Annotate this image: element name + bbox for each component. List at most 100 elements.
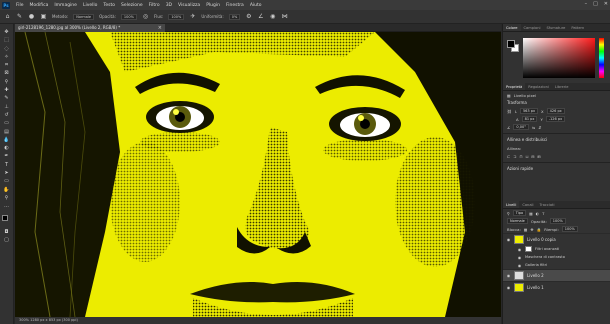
- brush-settings-icon[interactable]: ▣: [40, 13, 47, 20]
- saturation-value-field[interactable]: [523, 38, 595, 78]
- menu-aiuto[interactable]: Aiuto: [250, 3, 262, 8]
- type-tool-icon[interactable]: T: [3, 162, 11, 168]
- layer-row[interactable]: ◉ Livello 2: [503, 269, 610, 281]
- layer-name[interactable]: Livello 0 copia: [527, 237, 556, 242]
- x-field[interactable]: 426 px: [546, 108, 565, 114]
- history-brush-tool-icon[interactable]: ↺: [3, 112, 11, 118]
- quick-select-tool-icon[interactable]: ✧: [3, 54, 11, 60]
- brush-tool-icon[interactable]: ✎: [16, 13, 23, 20]
- filter-type-icon[interactable]: T: [542, 211, 544, 216]
- gradient-tool-icon[interactable]: ▤: [3, 129, 11, 135]
- eye-icon[interactable]: ◉: [517, 263, 522, 268]
- menu-selezione[interactable]: Selezione: [121, 3, 143, 8]
- tab-proprieta[interactable]: Proprietà: [503, 83, 526, 90]
- tab-sfumature[interactable]: Sfumature: [543, 24, 568, 31]
- clone-stamp-tool-icon[interactable]: ⊥: [3, 104, 11, 110]
- filter-item[interactable]: ◉ Galleria filtri: [503, 261, 610, 269]
- airbrush-icon[interactable]: ✈: [189, 13, 196, 20]
- healing-brush-tool-icon[interactable]: ✚: [3, 88, 11, 93]
- align-center-icon[interactable]: ⊐: [513, 154, 516, 159]
- fill-field[interactable]: 100%: [561, 226, 578, 232]
- more-tools-icon[interactable]: …: [3, 204, 11, 209]
- maximize-icon[interactable]: □: [593, 1, 598, 7]
- opacity-field[interactable]: 100%: [549, 218, 566, 224]
- y-field[interactable]: -126 px: [545, 116, 566, 122]
- lasso-tool-icon[interactable]: ◌: [3, 46, 11, 52]
- metodo-select[interactable]: Normale: [73, 13, 95, 20]
- hue-slider[interactable]: [599, 38, 604, 78]
- document-tab[interactable]: girl-2128196_1280.jpg al 300% (Livello 2…: [15, 24, 165, 32]
- menu-file[interactable]: File: [16, 3, 24, 8]
- shape-tool-icon[interactable]: ▭: [3, 179, 11, 184]
- eye-icon[interactable]: ◉: [517, 255, 522, 260]
- foreground-color-swatch[interactable]: [1, 214, 8, 221]
- filter-item[interactable]: ◉ Maschera di contrasto: [503, 253, 610, 261]
- layer-kind-filter[interactable]: Tipo: [512, 210, 527, 216]
- flusso-field[interactable]: 100%: [168, 13, 185, 20]
- menu-immagine[interactable]: Immagine: [54, 3, 77, 8]
- eye-icon[interactable]: ◉: [506, 273, 511, 278]
- tab-canali[interactable]: Canali: [519, 201, 536, 208]
- align-left-icon[interactable]: ⊏: [507, 154, 510, 159]
- dodge-tool-icon[interactable]: ◐: [3, 146, 11, 151]
- foreground-color-chip[interactable]: [507, 40, 515, 48]
- minimize-icon[interactable]: –: [585, 1, 588, 7]
- crop-tool-icon[interactable]: ⌗: [3, 63, 11, 68]
- tab-campioni[interactable]: Campioni: [521, 24, 544, 31]
- tab-colore[interactable]: Colore: [503, 24, 521, 31]
- flip-vertical-icon[interactable]: ⇵: [538, 125, 541, 130]
- menu-modifica[interactable]: Modifica: [30, 3, 49, 8]
- filter-pixel-icon[interactable]: ▦: [529, 211, 533, 216]
- menu-livello[interactable]: Livello: [83, 3, 97, 8]
- tab-librerie[interactable]: Librerie: [552, 83, 572, 90]
- tab-tracciati[interactable]: Tracciati: [537, 201, 558, 208]
- symmetry-icon[interactable]: ⋈: [281, 13, 288, 20]
- tab-livelli[interactable]: Livelli: [503, 201, 520, 208]
- settings-gear-icon[interactable]: ⚙: [245, 13, 252, 20]
- tab-close-icon[interactable]: ×: [158, 24, 162, 32]
- zoom-tool-icon[interactable]: ⚲: [3, 195, 11, 201]
- image-canvas[interactable]: [15, 32, 501, 317]
- lock-all-icon[interactable]: 🔒: [537, 227, 542, 232]
- quick-actions-title[interactable]: Azioni rapide: [503, 165, 610, 173]
- layer-row[interactable]: ◉ Livello 1: [503, 281, 610, 293]
- menu-finestra[interactable]: Finestra: [226, 3, 244, 8]
- smart-filters-row[interactable]: ◉ Filtri avanzati: [503, 245, 610, 253]
- quick-mask-icon[interactable]: ◘: [3, 229, 11, 235]
- menu-3d[interactable]: 3D: [166, 3, 172, 8]
- layer-name[interactable]: Livello 1: [527, 285, 544, 290]
- link-icon[interactable]: ⛓: [507, 109, 512, 114]
- move-tool-icon[interactable]: ✥: [3, 30, 11, 35]
- transform-section-title[interactable]: Trasforma: [503, 99, 610, 107]
- align-top-icon[interactable]: ⊔: [525, 154, 528, 159]
- layer-row[interactable]: ◉ Livello 0 copia: [503, 233, 610, 245]
- pen-tool-icon[interactable]: ✒: [3, 154, 11, 159]
- blend-mode-select[interactable]: Normale: [507, 218, 528, 224]
- angle-icon[interactable]: ∠: [257, 13, 264, 20]
- hand-tool-icon[interactable]: ✋: [3, 187, 11, 193]
- color-swatches[interactable]: [1, 214, 12, 227]
- filter-adjust-icon[interactable]: ◐: [536, 211, 539, 216]
- tab-pattern[interactable]: Pattern: [568, 24, 587, 31]
- align-bottom-icon[interactable]: ⊞: [538, 154, 541, 159]
- height-field[interactable]: 81 px: [521, 116, 538, 122]
- width-field[interactable]: 563 px: [519, 108, 539, 114]
- menu-plugin[interactable]: Plugin: [206, 3, 220, 8]
- pressure-opacity-icon[interactable]: ◎: [142, 13, 149, 20]
- layer-name[interactable]: Livello 2: [527, 273, 544, 278]
- frame-tool-icon[interactable]: ⊠: [3, 71, 11, 76]
- lock-pixels-icon[interactable]: ▦: [524, 227, 528, 232]
- eye-icon[interactable]: ◉: [506, 237, 511, 242]
- marquee-tool-icon[interactable]: ⬚: [3, 38, 11, 43]
- flip-horizontal-icon[interactable]: ⇋: [532, 125, 535, 130]
- align-section-title[interactable]: Allinea e distribuisci: [503, 136, 610, 144]
- eye-icon[interactable]: ◉: [517, 247, 522, 252]
- align-middle-icon[interactable]: ⊟: [531, 154, 534, 159]
- home-icon[interactable]: ⌂: [4, 13, 11, 20]
- pressure-size-icon[interactable]: ◉: [269, 13, 276, 20]
- menu-testo[interactable]: Testo: [103, 3, 115, 8]
- uniformita-field[interactable]: 0%: [228, 13, 241, 20]
- path-select-tool-icon[interactable]: ➤: [3, 171, 11, 176]
- tab-regolazioni[interactable]: Regolazioni: [525, 83, 552, 90]
- screen-mode-icon[interactable]: ▢: [3, 238, 11, 243]
